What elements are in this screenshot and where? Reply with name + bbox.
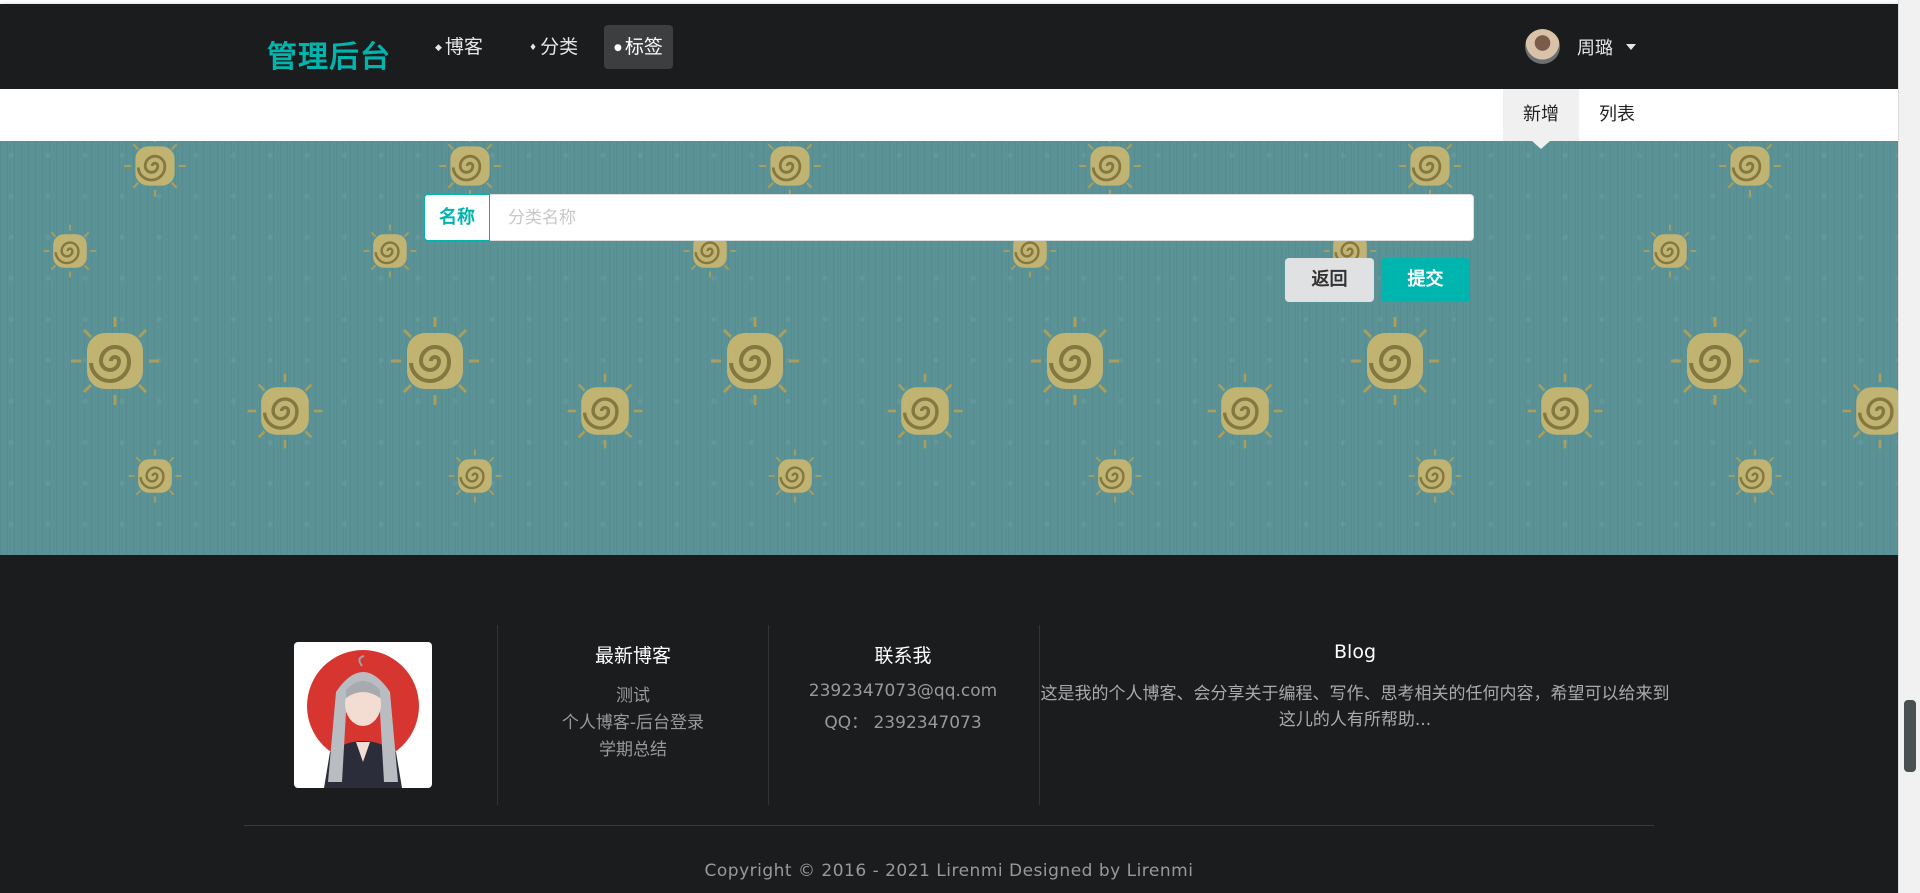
nav-item-label: 分类 <box>540 36 579 58</box>
nav-item-blog[interactable]: ◆ 博客 <box>425 25 493 69</box>
nav-item-label: 标签 <box>624 36 663 58</box>
profile-avatar-image <box>294 642 432 788</box>
top-navbar: 管理后台 ◆ 博客 ♦ 分类 ● 标签 周璐 <box>0 4 1898 89</box>
category-name-input[interactable] <box>490 194 1474 241</box>
username-label[interactable]: 周璐 <box>1577 34 1613 60</box>
banner-background: 名称 返回 提交 <box>0 141 1898 555</box>
idea-icon: ♦ <box>529 42 538 53</box>
home-icon: ◆ <box>435 42 442 53</box>
sub-menu: 新增 列表 <box>0 89 1898 141</box>
brand-logo-text[interactable]: 管理后台 <box>267 32 391 76</box>
chevron-down-icon[interactable] <box>1626 44 1636 50</box>
tab-add[interactable]: 新增 <box>1503 89 1579 141</box>
latest-blog-link[interactable]: 测试 <box>508 681 758 706</box>
contact-title: 联系我 <box>874 645 932 667</box>
user-avatar[interactable] <box>1525 29 1560 64</box>
footer: 最新博客 测试 个人博客-后台登录 学期总结 联系我 2392347073@qq… <box>0 555 1898 893</box>
name-form-row: 名称 <box>424 194 1474 241</box>
tags-icon: ● <box>614 42 622 53</box>
contact-email: 2392347073@qq.com <box>808 681 998 701</box>
scrollbar-thumb[interactable] <box>1904 700 1916 772</box>
footer-rule <box>244 825 1654 826</box>
page-scrollbar[interactable] <box>1898 0 1920 893</box>
latest-blogs-title: 最新博客 <box>594 645 671 667</box>
active-tab-pointer <box>1532 141 1550 149</box>
footer-divider <box>768 625 769 805</box>
latest-blog-link[interactable]: 学期总结 <box>508 735 758 760</box>
blog-title: Blog <box>1334 641 1376 663</box>
nav-item-tags[interactable]: ● 标签 <box>604 25 673 69</box>
back-button[interactable]: 返回 <box>1285 258 1374 302</box>
blog-description: 这是我的个人博客、会分享关于编程、写作、思考相关的任何内容，希望可以给来到这儿的… <box>1040 684 1670 730</box>
latest-blog-link[interactable]: 个人博客-后台登录 <box>508 708 758 733</box>
submit-button[interactable]: 提交 <box>1381 258 1470 302</box>
nav-item-label: 博客 <box>444 36 483 58</box>
name-label: 名称 <box>424 194 490 241</box>
tab-list[interactable]: 列表 <box>1579 89 1655 141</box>
nav-item-category[interactable]: ♦ 分类 <box>519 25 588 69</box>
copyright-text: Copyright © 2016 - 2021 Lirenmi Designed… <box>704 861 1194 881</box>
contact-qq: QQ： 2392347073 <box>824 713 982 733</box>
footer-divider <box>497 625 498 805</box>
anime-avatar-illustration <box>307 650 419 788</box>
